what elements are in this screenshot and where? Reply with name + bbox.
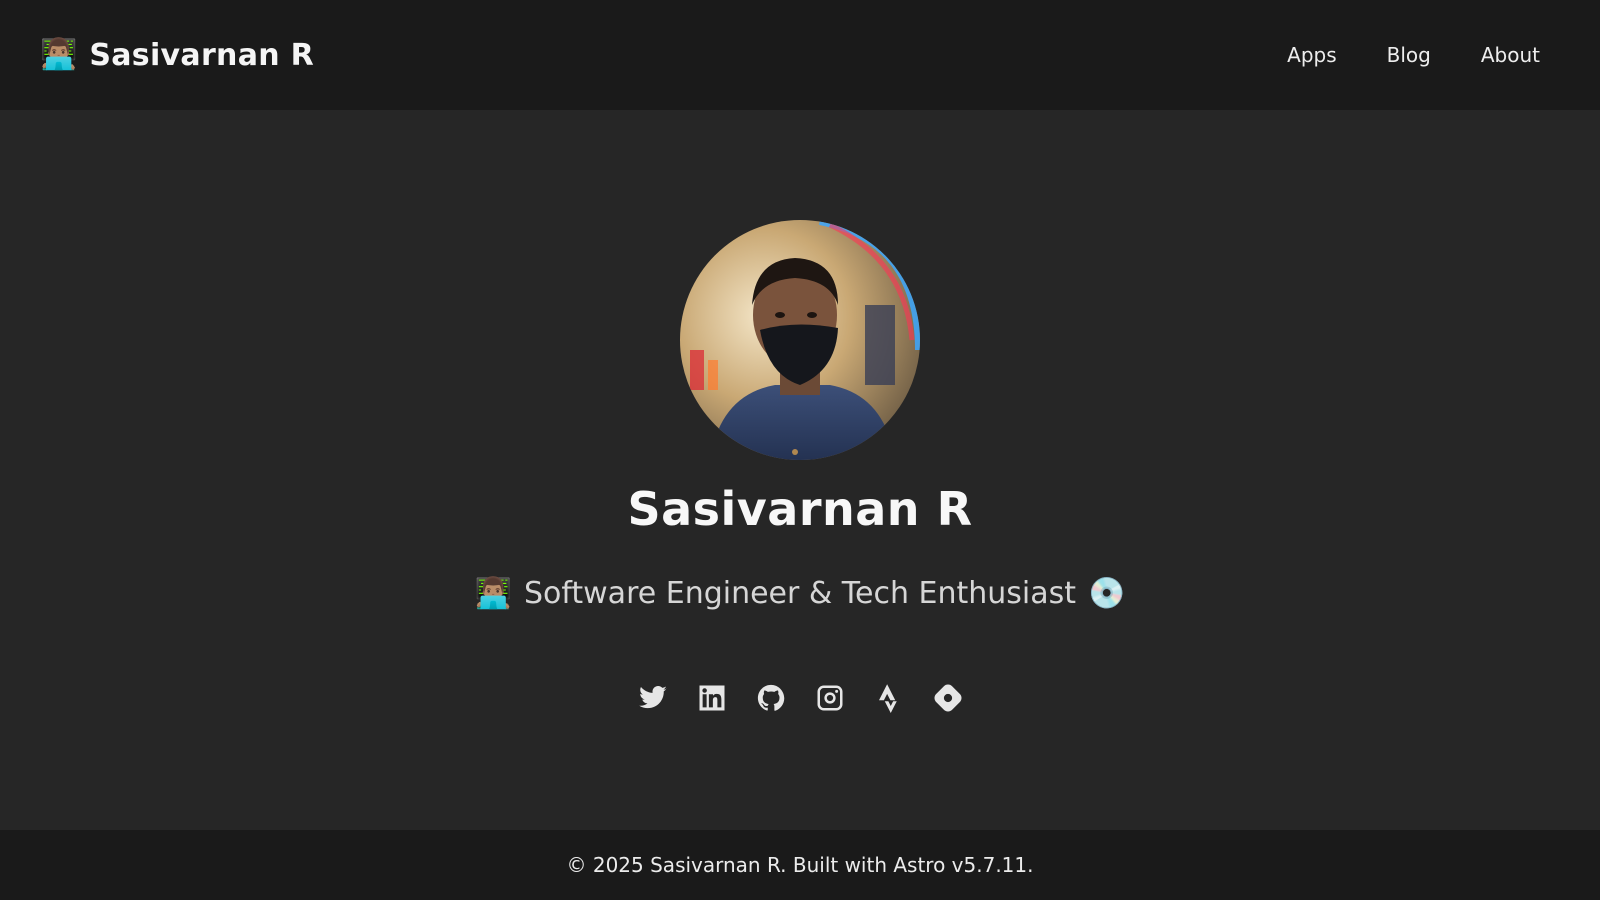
twitter-link[interactable] — [638, 683, 668, 713]
top-navbar: 👨🏽‍💻 Sasivarnan R Apps Blog About — [0, 0, 1600, 110]
github-link[interactable] — [756, 683, 786, 713]
hashnode-link[interactable] — [933, 683, 963, 713]
instagram-link[interactable] — [815, 683, 845, 713]
hashnode-icon — [934, 684, 961, 712]
nav-link-apps[interactable]: Apps — [1287, 43, 1337, 67]
brand-home-link[interactable]: 👨🏽‍💻 Sasivarnan R — [40, 38, 314, 73]
avatar — [680, 220, 920, 460]
nav-link-blog[interactable]: Blog — [1387, 43, 1431, 67]
main-nav: Apps Blog About — [1287, 43, 1540, 67]
main-content: Sasivarnan R 👨🏽‍💻 Software Engineer & Te… — [0, 110, 1600, 830]
linkedin-link[interactable] — [697, 683, 727, 713]
github-icon — [757, 684, 784, 711]
tagline: 👨🏽‍💻 Software Engineer & Tech Enthusiast… — [475, 576, 1126, 611]
footer-copyright: © 2025 Sasivarnan R. Built with Astro v5… — [566, 853, 1034, 877]
hero-name: Sasivarnan R — [627, 482, 973, 536]
disc-emoji-icon: 💿 — [1088, 576, 1126, 611]
strava-link[interactable] — [874, 683, 904, 713]
linkedin-icon — [699, 685, 724, 711]
nav-link-about[interactable]: About — [1481, 43, 1540, 67]
twitter-icon — [638, 686, 667, 709]
profile-photo-icon — [680, 220, 920, 460]
tagline-text: Software Engineer & Tech Enthusiast — [523, 576, 1077, 611]
footer: © 2025 Sasivarnan R. Built with Astro v5… — [0, 830, 1600, 900]
social-links — [638, 683, 963, 713]
instagram-icon — [817, 685, 842, 711]
site-title: Sasivarnan R — [89, 37, 315, 73]
strava-icon — [878, 684, 897, 713]
technologist-emoji-icon: 👨🏽‍💻 — [40, 37, 78, 72]
technologist-emoji-icon: 👨🏽‍💻 — [474, 576, 512, 611]
